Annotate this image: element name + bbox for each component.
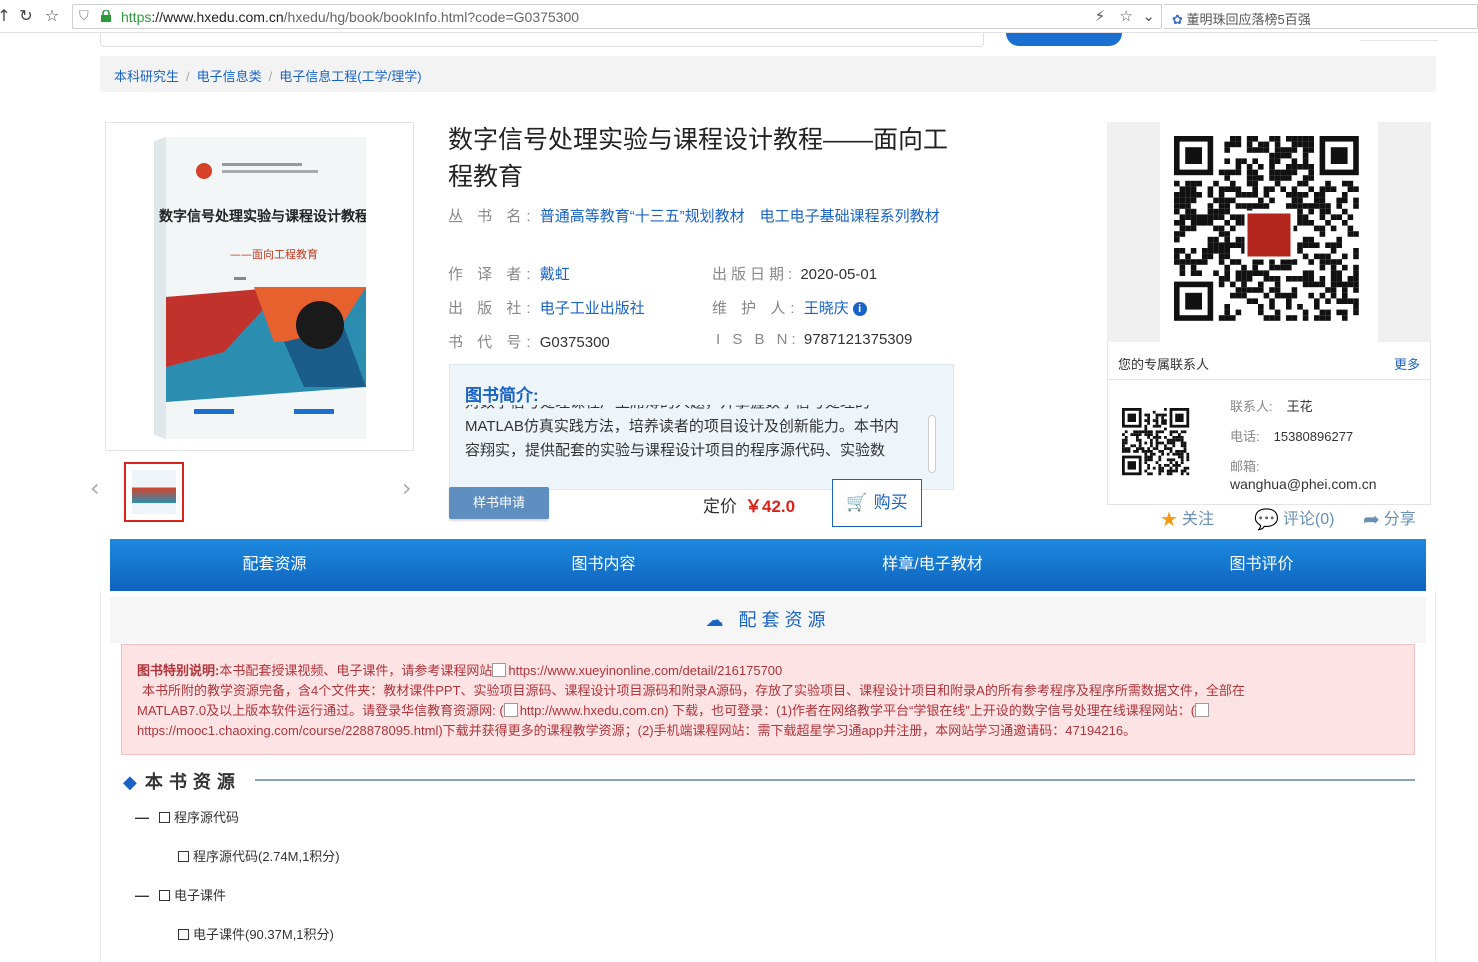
- book-resources-title: ◆ 本书资源: [123, 772, 241, 793]
- publisher-link[interactable]: 电子工业出版社: [540, 300, 645, 317]
- info-icon[interactable]: i: [852, 302, 867, 316]
- paw-icon: ✿: [1172, 13, 1183, 28]
- intro-text: 对数字信号处理课程厂王席薄的人题，开掌握数字信号处理的 MATLAB仿真实践方法…: [465, 405, 899, 459]
- favorite-star-icon[interactable]: ☆: [1119, 7, 1132, 25]
- folder-item[interactable]: — 程序源代码: [135, 807, 239, 826]
- special-notice: 图书特别说明:本书配套授课视频、电子课件，请参考课程网站 https://www.…: [121, 644, 1415, 755]
- share-icon: ➦: [1363, 507, 1380, 531]
- share-button[interactable]: ➦ 分享: [1363, 505, 1416, 531]
- content-tabs: 配套资源 图书内容 样章/电子教材 图书评价: [110, 539, 1426, 591]
- star-icon: ★: [1160, 507, 1178, 531]
- site-search-button[interactable]: [1006, 33, 1122, 46]
- breadcrumb-item-undergrad[interactable]: 本科研究生: [114, 69, 179, 84]
- search-hint: 董明珠回应落榜5百强: [1186, 12, 1311, 27]
- checkbox[interactable]: [159, 812, 170, 823]
- breadcrumb-item-engineering[interactable]: 电子信息工程(工学/理学): [279, 69, 421, 84]
- breadcrumb: 本科研究生 / 电子信息类 / 电子信息工程(工学/理学): [100, 56, 1436, 92]
- tab-resources[interactable]: 配套资源: [110, 539, 439, 591]
- buy-button[interactable]: 🛒 购买: [832, 479, 922, 527]
- section-divider: [255, 779, 1415, 781]
- checkbox[interactable]: [159, 890, 170, 901]
- author-link[interactable]: 戴虹: [540, 266, 570, 283]
- cloud-download-icon: ☁: [705, 610, 729, 631]
- folder-item[interactable]: — 电子课件: [135, 885, 226, 904]
- follow-button[interactable]: ★ 关注: [1160, 505, 1214, 531]
- tab-reviews[interactable]: 图书评价: [1097, 539, 1426, 591]
- broken-image-icon: [503, 703, 518, 717]
- breadcrumb-item-electronics[interactable]: 电子信息类: [197, 69, 262, 84]
- hxedu-link[interactable]: http://www.hxedu.com.cn: [520, 703, 665, 718]
- intro-heading: 图书简介:: [465, 386, 539, 405]
- contact-heading: 您的专属联系人: [1118, 357, 1210, 372]
- chevron-right-icon[interactable]: ›: [402, 474, 412, 502]
- shield-icon[interactable]: ⛉: [79, 9, 89, 24]
- checkbox[interactable]: [178, 929, 189, 940]
- forward-icon[interactable]: ↑: [0, 6, 14, 26]
- sample-request-button[interactable]: 样书申请: [449, 487, 549, 519]
- chevron-left-icon[interactable]: ‹: [90, 474, 100, 502]
- pubdate-value: 2020-05-01: [800, 266, 878, 283]
- book-code-row: 书 代 号: G0375300: [448, 334, 610, 351]
- collapse-icon[interactable]: —: [135, 809, 149, 825]
- isbn-value: 9787121375309: [803, 331, 913, 348]
- resources-heading: ☁ 配套资源: [110, 597, 1426, 643]
- series-row: 丛 书 名: 普通高等教育“十三五”规划教材 电工电子基础课程系列教材: [448, 206, 948, 228]
- book-title: 数字信号处理实验与课程设计教程——面向工程教育: [448, 126, 949, 191]
- price-value: ￥42.0: [745, 497, 796, 516]
- contact-phone-row: 电话: 15380896277: [1230, 429, 1354, 444]
- cover-subtitle: ——面向工程教育: [230, 247, 318, 261]
- contact-name-row: 联系人: 王花: [1230, 399, 1313, 414]
- flash-icon[interactable]: ⚡: [1095, 7, 1106, 25]
- price: 定价 ￥42.0: [703, 497, 796, 516]
- book-cover-image[interactable]: 数字信号处理实验与课程设计教程 ——面向工程教育: [154, 137, 366, 439]
- contact-more-link[interactable]: 更多: [1394, 354, 1420, 373]
- dropdown-chevron-icon[interactable]: ⌄: [1142, 7, 1155, 25]
- wechat-qr-code: [1160, 122, 1378, 342]
- diamond-icon: ◆: [123, 772, 137, 793]
- intro-scrollbar[interactable]: [928, 415, 936, 473]
- series-label: 丛 书 名:: [448, 208, 536, 225]
- browser-toolbar: ↑ ↻ ☆ ⛉ https://www.hxedu.com.cn/hxedu/h…: [0, 0, 1478, 33]
- contact-qr-code: [1122, 408, 1190, 476]
- book-cover-frame: 数字信号处理实验与课程设计教程 ——面向工程教育: [105, 122, 414, 451]
- pubdate-row: 出版日期: 2020-05-01: [712, 266, 878, 283]
- tab-contents[interactable]: 图书内容: [439, 539, 768, 591]
- collapse-icon[interactable]: —: [135, 887, 149, 903]
- checkbox[interactable]: [178, 851, 189, 862]
- series-link[interactable]: 普通高等教育“十三五”规划教材 电工电子基础课程系列教材: [540, 208, 940, 225]
- maintainer-link[interactable]: 王晓庆: [804, 300, 849, 317]
- browser-search-box[interactable]: ✿ 董明珠回应落榜5百强: [1164, 4, 1478, 29]
- broken-image-icon: [492, 663, 507, 677]
- publisher-row: 出 版 社: 电子工业出版社: [448, 300, 645, 317]
- comment-icon: 💬: [1254, 507, 1279, 531]
- broken-image-icon: [1195, 703, 1210, 717]
- cover-thumbnail[interactable]: [124, 462, 184, 522]
- reload-icon[interactable]: ↻: [16, 6, 36, 26]
- lock-icon: [101, 10, 111, 22]
- file-item[interactable]: 程序源代码(2.74M,1积分): [178, 846, 340, 865]
- site-search-input[interactable]: [100, 33, 984, 47]
- author-row: 作 译 者: 戴虹: [448, 266, 570, 283]
- course-site-link[interactable]: https://www.xueyinonline.com/detail/2161…: [508, 663, 782, 678]
- address-bar[interactable]: ⛉ https://www.hxedu.com.cn/hxedu/hg/book…: [72, 4, 1162, 29]
- cover-title: 数字信号处理实验与课程设计教程: [159, 208, 366, 225]
- book-intro-box: 图书简介: 对数字信号处理课程厂王席薄的人题，开掌握数字信号处理的 MATLAB…: [449, 364, 954, 490]
- maintainer-row: 维 护 人: 王晓庆 i: [712, 297, 867, 318]
- file-item[interactable]: 电子课件(90.37M,1积分): [178, 924, 334, 943]
- isbn-row: I S B N: 9787121375309: [716, 331, 913, 348]
- bookmark-star-icon[interactable]: ☆: [42, 6, 62, 26]
- contact-email-row: 邮箱:: [1230, 459, 1260, 474]
- header-remnant: [1360, 33, 1438, 41]
- tab-sample-chapters[interactable]: 样章/电子教材: [768, 539, 1097, 591]
- comment-button[interactable]: 💬 评论(0): [1254, 505, 1334, 531]
- contact-email-value: wanghua@phei.com.cn: [1230, 476, 1377, 492]
- contact-card: 您的专属联系人 更多 联系人: 王花 电话: 15380896277 邮箱: wan…: [1107, 342, 1431, 505]
- cart-icon: 🛒: [846, 493, 868, 513]
- book-code-value: G0375300: [539, 334, 610, 351]
- url-text[interactable]: https://www.hxedu.com.cn/hxedu/hg/book/b…: [121, 9, 579, 25]
